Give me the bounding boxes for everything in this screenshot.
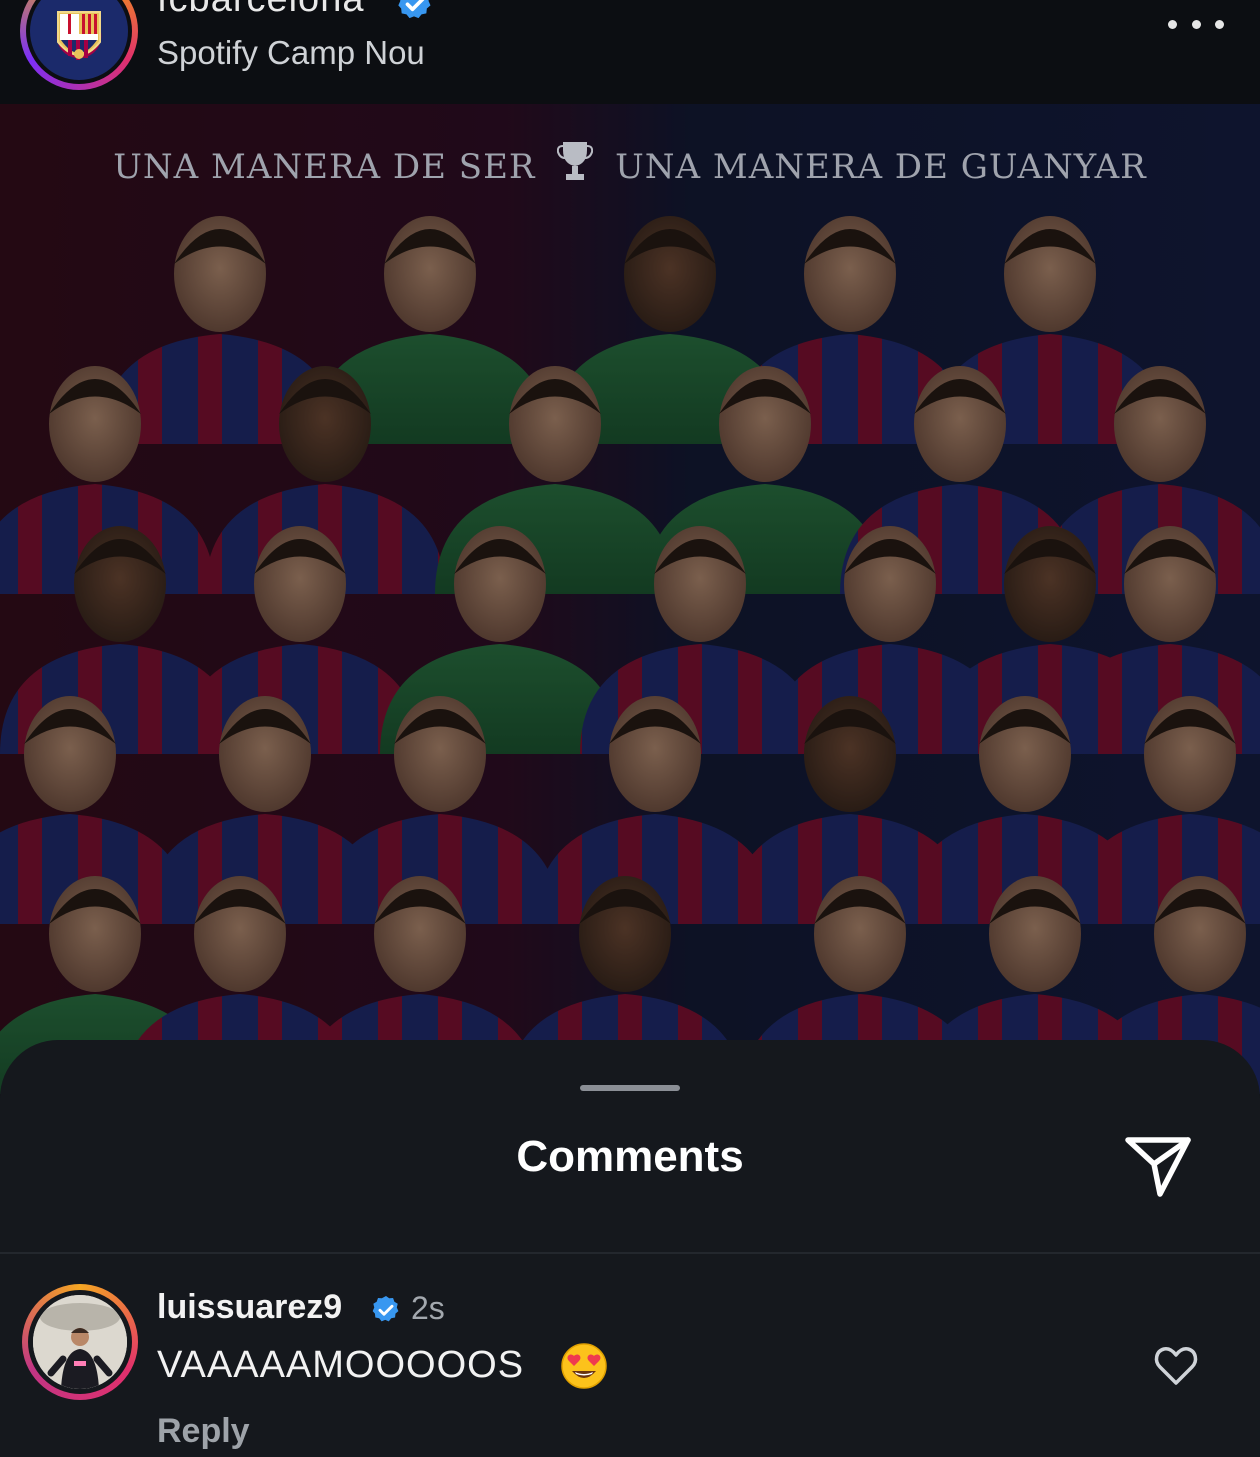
reply-button[interactable]: Reply — [157, 1412, 250, 1451]
comments-sheet: Comments luissuarez9 2s VAAAAAMOOOOOS Re… — [0, 1040, 1260, 1457]
fcb-crest-logo — [30, 0, 128, 80]
send-icon[interactable] — [1122, 1128, 1196, 1202]
verified-badge-icon — [395, 0, 435, 29]
post-headline: UNA MANERA DE SER UNA MANERA DE GUANYAR — [0, 140, 1260, 187]
heart-icon[interactable] — [1153, 1343, 1199, 1389]
comment-text: VAAAAAMOOOOOS — [157, 1344, 525, 1386]
account-username[interactable]: fcbarcelona — [157, 0, 364, 21]
instagram-post-screen: fcbarcelona Spotify Camp Nou — [0, 0, 1260, 1457]
post-image[interactable]: UNA MANERA DE SER UNA MANERA DE GUANYAR — [0, 104, 1260, 1094]
post-header: fcbarcelona Spotify Camp Nou — [0, 0, 1260, 104]
more-options-icon[interactable] — [1168, 10, 1224, 38]
post-location[interactable]: Spotify Camp Nou — [157, 34, 425, 72]
trophy-icon — [557, 140, 594, 187]
commenter-photo — [33, 1295, 127, 1389]
image-dim-overlay — [0, 104, 1260, 1094]
comment-username[interactable]: luissuarez9 — [157, 1288, 342, 1327]
sheet-grabber-handle[interactable] — [580, 1085, 680, 1091]
sheet-divider — [0, 1252, 1260, 1254]
account-avatar[interactable] — [20, 0, 138, 90]
comment-timestamp: 2s — [411, 1290, 445, 1326]
headline-right: UNA MANERA DE GUANYAR — [615, 147, 1147, 187]
comments-title: Comments — [516, 1132, 744, 1181]
heart-eyes-emoji — [560, 1342, 608, 1390]
verified-badge-icon — [370, 1294, 402, 1331]
commenter-avatar[interactable] — [22, 1284, 138, 1400]
headline-left: UNA MANERA DE SER — [113, 147, 536, 187]
